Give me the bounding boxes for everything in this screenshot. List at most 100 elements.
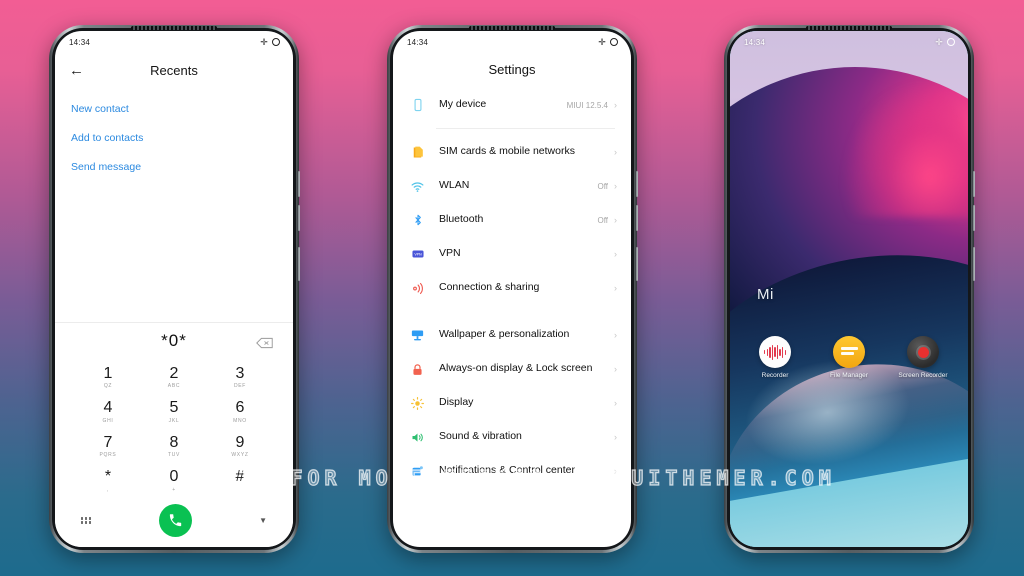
settings-item-sound[interactable]: Sound & vibration › bbox=[393, 420, 631, 454]
app-label: Recorder bbox=[761, 372, 789, 379]
dialer-screen: 14:34 ✛ ← Recents New contact Add to con… bbox=[55, 31, 293, 547]
dialpad-key-5[interactable]: 5 JKL bbox=[141, 395, 207, 430]
settings-item-label: Sound & vibration bbox=[439, 430, 522, 443]
key-digit: 4 bbox=[103, 399, 113, 417]
list-divider bbox=[436, 128, 615, 129]
app-screen-recorder[interactable]: Screen Recorder bbox=[897, 336, 949, 380]
file-manager-icon bbox=[833, 336, 865, 368]
dialpad-key-4[interactable]: 4 GHI bbox=[75, 395, 141, 430]
settings-item-wallpaper[interactable]: Wallpaper & personalization › bbox=[393, 318, 631, 352]
settings-item-label: Always-on display & Lock screen bbox=[439, 362, 593, 375]
settings-item-bluetooth[interactable]: Bluetooth Off › bbox=[393, 203, 631, 237]
dialpad-key-7[interactable]: 7 PQRS bbox=[75, 430, 141, 465]
home-screen: 14:34 ✛ Mi Recorder File Manager Screen … bbox=[730, 31, 968, 547]
chevron-right-icon: › bbox=[614, 466, 617, 476]
phone-home: 14:34 ✛ Mi Recorder File Manager Screen … bbox=[724, 25, 975, 553]
action-new-contact[interactable]: New contact bbox=[71, 95, 277, 124]
dialpad-key-1[interactable]: 1 QZ bbox=[75, 361, 141, 396]
page-title: Settings bbox=[488, 62, 536, 77]
dialpad-key-6[interactable]: 6 MNO bbox=[207, 395, 273, 430]
chevron-right-icon: › bbox=[614, 249, 617, 259]
dialpad-key-hash[interactable]: # bbox=[207, 464, 273, 499]
dialed-number-row: *0* bbox=[55, 323, 293, 359]
action-send-message[interactable]: Send message bbox=[71, 153, 277, 182]
settings-item-label: My device bbox=[439, 98, 487, 111]
chevron-down-icon[interactable]: ▼ bbox=[259, 516, 267, 525]
volume-up-button[interactable] bbox=[636, 171, 638, 197]
settings-item-notifications[interactable]: Notifications & Control center › bbox=[393, 454, 631, 488]
key-letters: WXYZ bbox=[231, 452, 249, 459]
dialer-spacer bbox=[55, 182, 293, 322]
status-bar: 14:34 ✛ bbox=[730, 31, 968, 53]
settings-list: My device MIUI 12.5.4 › SIM cards & mobi… bbox=[393, 88, 631, 488]
dialed-number[interactable]: *0* bbox=[161, 331, 187, 351]
volume-down-button[interactable] bbox=[973, 205, 975, 231]
phone-call-icon[interactable] bbox=[158, 504, 192, 537]
settings-item-lock-screen[interactable]: Always-on display & Lock screen › bbox=[393, 352, 631, 386]
app-recorder[interactable]: Recorder bbox=[749, 336, 801, 380]
key-digit: 3 bbox=[235, 364, 245, 382]
key-digit: 2 bbox=[169, 364, 179, 382]
dialpad-key-3[interactable]: 3 DEF bbox=[207, 361, 273, 396]
dialer-actions: New contact Add to contacts Send message bbox=[55, 87, 293, 182]
status-time: 14:34 bbox=[69, 37, 91, 47]
app-file-manager[interactable]: File Manager bbox=[823, 336, 875, 380]
settings-item-connection-sharing[interactable]: Connection & sharing › bbox=[393, 271, 631, 305]
volume-down-button[interactable] bbox=[298, 205, 300, 231]
screen-recorder-icon bbox=[907, 336, 939, 368]
volume-up-button[interactable] bbox=[973, 171, 975, 197]
dialer-header: ← Recents bbox=[55, 53, 293, 87]
dialpad-key-8[interactable]: 8 TUV bbox=[141, 430, 207, 465]
power-button[interactable] bbox=[298, 247, 300, 281]
key-letters: QZ bbox=[103, 383, 113, 390]
phone-dialer: 14:34 ✛ ← Recents New contact Add to con… bbox=[49, 25, 300, 553]
connection-sharing-icon bbox=[409, 280, 426, 297]
key-digit: # bbox=[235, 468, 245, 486]
volume-up-button[interactable] bbox=[298, 171, 300, 197]
dialpad-key-2[interactable]: 2 ABC bbox=[141, 361, 207, 396]
settings-item-label: Connection & sharing bbox=[439, 281, 540, 294]
dialpad-key-0[interactable]: 0 + bbox=[141, 464, 207, 499]
volume-down-button[interactable] bbox=[636, 205, 638, 231]
power-button[interactable] bbox=[973, 247, 975, 281]
power-button[interactable] bbox=[636, 247, 638, 281]
settings-item-value: Off bbox=[597, 215, 608, 225]
settings-item-my-device[interactable]: My device MIUI 12.5.4 › bbox=[393, 88, 631, 122]
app-row: Recorder File Manager Screen Recorder bbox=[730, 336, 968, 380]
key-letters: , bbox=[106, 487, 110, 493]
settings-item-wlan[interactable]: WLAN Off › bbox=[393, 169, 631, 203]
action-add-to-contacts[interactable]: Add to contacts bbox=[71, 124, 277, 153]
bluetooth-icon bbox=[409, 212, 426, 229]
chevron-right-icon: › bbox=[614, 215, 617, 225]
vpn-icon: VPN bbox=[409, 246, 426, 263]
settings-item-value: MIUI 12.5.4 bbox=[566, 100, 608, 110]
chevron-right-icon: › bbox=[614, 100, 617, 110]
key-digit: 5 bbox=[169, 399, 179, 417]
phone-settings: 14:34 ✛ Settings My device MIUI 12.5.4 › bbox=[387, 25, 638, 553]
key-letters: PQRS bbox=[99, 452, 117, 459]
chevron-right-icon: › bbox=[614, 147, 617, 157]
backspace-icon[interactable] bbox=[256, 335, 273, 348]
key-letters: TUV bbox=[167, 452, 181, 459]
battery-icon bbox=[947, 38, 955, 46]
key-digit: 9 bbox=[235, 433, 245, 451]
settings-item-label: VPN bbox=[439, 247, 461, 260]
settings-item-label: WLAN bbox=[439, 179, 470, 192]
dialpad-key-9[interactable]: 9 WXYZ bbox=[207, 430, 273, 465]
app-label: File Manager bbox=[830, 372, 868, 379]
settings-item-vpn[interactable]: VPN VPN › bbox=[393, 237, 631, 271]
brightness-sun-icon bbox=[409, 395, 426, 412]
dialpad-keys: 1 QZ 2 ABC 3 DEF 4 GHI 5 JKL 6 MNO 7 PQRS 8 TUV … bbox=[55, 359, 293, 499]
page-title: Recents bbox=[150, 62, 198, 78]
dialpad-key-star[interactable]: *, bbox=[75, 464, 141, 499]
mi-widget-label: Mi bbox=[757, 286, 774, 303]
settings-item-label: Wallpaper & personalization bbox=[439, 328, 570, 341]
settings-item-display[interactable]: Display › bbox=[393, 386, 631, 420]
settings-item-sim-cards[interactable]: SIM cards & mobile networks › bbox=[393, 135, 631, 169]
keypad-grid-icon[interactable] bbox=[81, 517, 91, 524]
status-bar: 14:34 ✛ bbox=[55, 31, 293, 53]
earpiece-speaker bbox=[469, 26, 555, 30]
settings-item-label: Bluetooth bbox=[439, 213, 484, 226]
dialpad-bottom-bar: ▼ bbox=[55, 499, 293, 547]
app-label: Screen Recorder bbox=[898, 372, 948, 379]
